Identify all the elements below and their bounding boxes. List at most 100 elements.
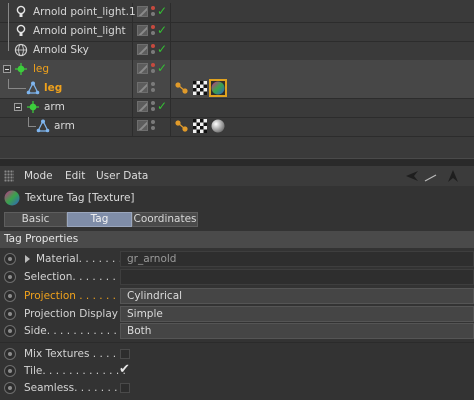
animate-radio-icon[interactable] [4, 365, 16, 377]
animate-radio-icon[interactable] [4, 348, 16, 360]
material-tag-icon[interactable] [210, 118, 226, 134]
layer-toggle[interactable] [137, 63, 148, 74]
material-tag-icon [4, 190, 20, 206]
visibility-dots[interactable] [151, 44, 156, 57]
animate-radio-icon[interactable] [4, 253, 16, 265]
visibility-dots[interactable] [151, 63, 156, 76]
tab-basic[interactable]: Basic [4, 212, 67, 227]
back-arrow-icon[interactable] [405, 169, 419, 183]
panel-divider[interactable] [0, 158, 474, 166]
material-label: Material. . . . . . . . [36, 253, 129, 265]
object-name[interactable]: arm [54, 120, 75, 132]
property-row-projection-display: Projection Display Simple [0, 305, 474, 323]
row-divider [0, 136, 474, 137]
projection-dropdown[interactable]: Cylindrical [120, 288, 474, 304]
side-value: Both [127, 325, 152, 337]
object-name[interactable]: leg [44, 82, 62, 94]
property-row-projection: Projection . . . . . . . . Cylindrical [0, 287, 474, 305]
expand-arrow-icon[interactable] [25, 255, 30, 263]
projection-display-dropdown[interactable]: Simple [120, 306, 474, 322]
animate-radio-icon[interactable] [4, 325, 16, 337]
projection-value: Cylindrical [127, 290, 183, 302]
tab-coordinates[interactable]: Coordinates [132, 212, 198, 227]
layer-toggle[interactable] [137, 44, 148, 55]
property-row-side: Side. . . . . . . . . . . . . Both [0, 322, 474, 340]
checker-uv-tag-icon[interactable] [192, 80, 208, 96]
object-flags: ✓ [133, 3, 171, 22]
menu-edit[interactable]: Edit [65, 170, 85, 182]
material-tag-icon[interactable] [209, 79, 227, 97]
attribute-manager-menubar: Mode Edit User Data [0, 166, 474, 186]
null-object-icon [15, 63, 27, 75]
tag-title-row: Texture Tag [Texture] [0, 188, 474, 208]
menu-mode[interactable]: Mode [24, 170, 53, 182]
tree-line [8, 22, 9, 41]
enabled-check-icon[interactable]: ✓ [157, 4, 167, 18]
object-name[interactable]: arm [44, 101, 65, 113]
object-name[interactable]: Arnold point_light.1 [33, 6, 136, 18]
side-dropdown[interactable]: Both [120, 323, 474, 339]
projection-display-label: Projection Display [24, 308, 118, 320]
object-name[interactable]: Arnold point_light [33, 25, 126, 37]
seamless-label: Seamless. . . . . . . . [24, 382, 125, 394]
tree-line [28, 117, 29, 126]
property-row-selection: Selection. . . . . . . . [0, 268, 474, 286]
selection-field[interactable] [120, 269, 474, 285]
animate-radio-icon[interactable] [4, 308, 16, 320]
animate-radio-icon[interactable] [4, 290, 16, 302]
visibility-dots[interactable] [151, 82, 156, 95]
material-field[interactable]: gr_arnold [120, 251, 474, 267]
joint-icon [26, 81, 40, 95]
object-row[interactable]: arm ✓ [0, 98, 474, 117]
object-row[interactable]: leg ✓ [0, 60, 474, 79]
layer-toggle[interactable] [137, 82, 148, 93]
layer-toggle[interactable] [137, 25, 148, 36]
enabled-check-icon[interactable]: ✓ [157, 42, 167, 56]
animate-radio-icon[interactable] [4, 271, 16, 283]
ik-tag-icon[interactable] [174, 80, 190, 96]
material-value: gr_arnold [127, 253, 177, 265]
object-flags: ✓ [133, 22, 171, 41]
light-bulb-icon [16, 24, 26, 36]
menu-user-data[interactable]: User Data [96, 170, 148, 182]
section-divider [0, 342, 474, 343]
layer-toggle[interactable] [137, 6, 148, 17]
object-row[interactable]: arm [0, 117, 474, 136]
layer-toggle[interactable] [137, 120, 148, 131]
section-header: Tag Properties [0, 231, 474, 248]
layer-toggle[interactable] [137, 101, 148, 112]
tree-line [28, 126, 36, 127]
tile-checkbox[interactable]: ✔ [119, 362, 130, 377]
seamless-checkbox[interactable] [120, 383, 130, 393]
object-row[interactable]: Arnold point_light ✓ [0, 22, 474, 41]
object-flags [133, 117, 171, 136]
forward-arrow-icon[interactable] [424, 172, 438, 182]
grip-icon[interactable] [4, 170, 14, 182]
object-row[interactable]: leg [0, 79, 474, 98]
selection-label: Selection. . . . . . . . [24, 271, 123, 283]
object-row[interactable]: Arnold point_light.1 ✓ [0, 3, 474, 22]
visibility-dots[interactable] [151, 6, 156, 19]
visibility-dots[interactable] [151, 120, 156, 133]
visibility-dots[interactable] [151, 101, 156, 114]
animate-radio-icon[interactable] [4, 382, 16, 394]
checker-uv-tag-icon[interactable] [192, 118, 208, 134]
object-flags: ✓ [133, 60, 171, 79]
ik-tag-icon[interactable] [174, 118, 190, 134]
tile-label: Tile. . . . . . . . . . . . . [24, 365, 126, 377]
up-arrow-icon[interactable] [446, 169, 460, 183]
object-name[interactable]: leg [33, 63, 49, 75]
collapse-minus [16, 107, 20, 108]
visibility-dots[interactable] [151, 25, 156, 38]
enabled-check-icon[interactable]: ✓ [157, 61, 167, 75]
object-row[interactable]: Arnold Sky ✓ [0, 41, 474, 60]
mix-textures-checkbox[interactable] [120, 349, 130, 359]
side-label: Side. . . . . . . . . . . . . [24, 325, 131, 337]
enabled-check-icon[interactable]: ✓ [157, 99, 167, 113]
light-bulb-icon [16, 5, 26, 17]
tab-tag[interactable]: Tag [67, 212, 132, 227]
property-row-material: Material. . . . . . . . gr_arnold [0, 250, 474, 268]
object-name[interactable]: Arnold Sky [33, 44, 89, 56]
object-name-cell: arm [0, 98, 133, 117]
enabled-check-icon[interactable]: ✓ [157, 23, 167, 37]
